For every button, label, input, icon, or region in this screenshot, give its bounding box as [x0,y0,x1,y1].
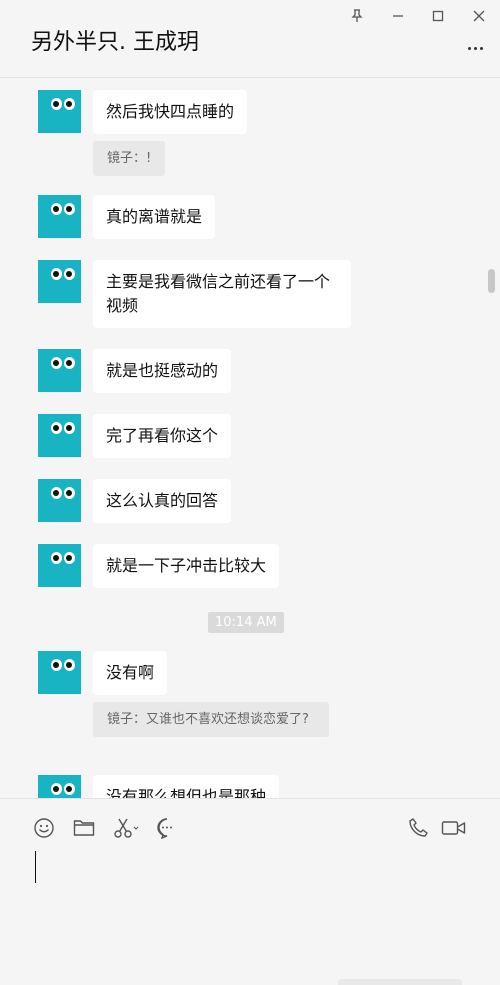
pin-icon[interactable] [346,6,368,26]
composer [0,798,500,985]
avatar[interactable] [38,479,81,522]
message-list[interactable]: 然后我快四点睡的 镜子：! 真的离谱就是 主要是我看微信之前还看了一个视频 就是… [0,78,500,798]
message-row: 没有啊 [38,651,168,695]
video-icon[interactable] [441,817,467,839]
text-cursor [35,851,36,883]
close-icon[interactable] [468,6,490,26]
message-row: 然后我快四点睡的 [38,90,248,134]
avatar[interactable] [38,349,81,392]
message-bubble[interactable]: 真的离谱就是 [93,195,216,239]
message-bubble[interactable]: 主要是我看微信之前还看了一个视频 [93,260,351,328]
message-bubble[interactable]: 完了再看你这个 [93,414,232,458]
message-row: 没有那么想但也是那种 [38,775,280,798]
message-row: 完了再看你这个 [38,414,232,458]
message-bubble[interactable]: 就是一下子冲击比较大 [93,544,280,588]
minimize-icon[interactable] [387,6,409,26]
quoted-message[interactable]: 镜子：又谁也不喜欢还想谈恋爱了? [93,702,329,737]
message-bubble[interactable]: 没有啊 [93,651,168,695]
timestamp: 10:14 AM [208,612,284,633]
message-row: 就是也挺感动的 [38,349,232,393]
avatar[interactable] [38,414,81,457]
avatar[interactable] [38,90,81,133]
phone-icon[interactable] [407,817,431,839]
avatar[interactable] [38,651,81,694]
maximize-icon[interactable] [427,6,449,26]
chat-title: 另外半只. 王成玥 [31,30,199,55]
scissors-icon[interactable] [113,817,141,839]
quoted-message[interactable]: 镜子：! [93,141,166,176]
more-options-icon[interactable] [468,40,488,56]
chat-history-icon[interactable] [155,817,179,839]
message-row: 主要是我看微信之前还看了一个视频 [38,260,351,328]
avatar[interactable] [38,775,81,798]
message-bubble[interactable]: 没有那么想但也是那种 [93,775,280,798]
message-row: 就是一下子冲击比较大 [38,544,280,588]
folder-icon[interactable] [72,817,96,839]
message-input[interactable] [30,847,470,967]
scrollbar-thumb[interactable] [488,269,495,293]
emoji-icon[interactable] [32,817,56,839]
message-bubble[interactable]: 这么认真的回答 [93,479,232,523]
message-row: 真的离谱就是 [38,195,216,239]
avatar[interactable] [38,544,81,587]
message-bubble[interactable]: 就是也挺感动的 [93,349,232,393]
avatar[interactable] [38,260,81,303]
avatar[interactable] [38,195,81,238]
title-bar: 另外半只. 王成玥 [0,0,500,78]
message-bubble[interactable]: 然后我快四点睡的 [93,90,248,134]
send-button[interactable] [338,979,462,985]
message-row: 这么认真的回答 [38,479,232,523]
